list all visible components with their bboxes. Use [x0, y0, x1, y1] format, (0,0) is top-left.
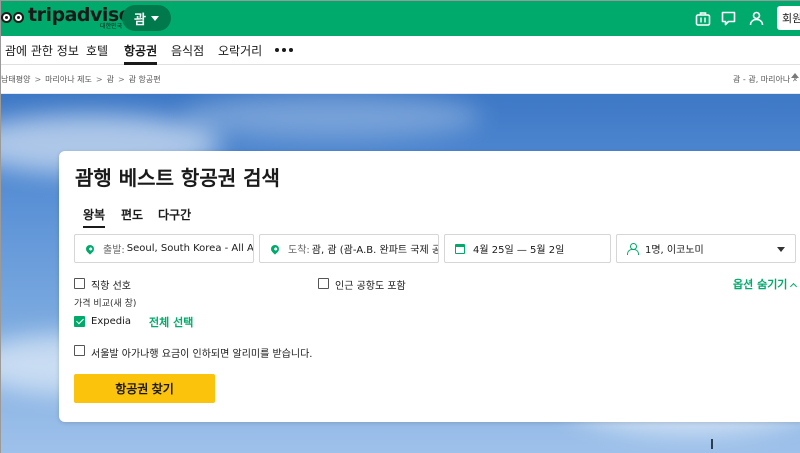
top-header: tripadvisor 대한민국 괌 회원	[1, 1, 800, 36]
nav-item-guam-info[interactable]: 괌에 관한 정보	[5, 36, 79, 65]
search-flights-button[interactable]: 항공권 찾기	[74, 374, 215, 403]
direct-flight-label: 직항 선호	[91, 281, 131, 292]
login-button[interactable]: 회원	[777, 6, 800, 30]
nav-item-restaurants[interactable]: 음식점	[171, 36, 204, 65]
breadcrumb-separator: >	[95, 75, 103, 84]
trips-icon[interactable]	[692, 7, 714, 29]
messages-icon[interactable]	[717, 7, 739, 29]
main-nav: 괌에 관한 정보 호텔 항공권 음식점 오락거리	[1, 36, 800, 65]
caret-down-icon	[150, 15, 159, 21]
date-field[interactable]: 4월 25일 — 5월 2일	[444, 234, 611, 263]
calendar-icon	[455, 243, 465, 254]
date-value: 4월 25일 — 5월 2일	[473, 245, 565, 256]
nearby-airports-checkbox[interactable]	[318, 278, 329, 289]
breadcrumb-south-pacific[interactable]: 남태평양	[1, 75, 30, 84]
hide-options-link[interactable]: 옵션 숨기기	[733, 276, 798, 292]
location-pin-icon	[84, 242, 96, 255]
origin-label: 출발:	[103, 245, 125, 256]
nav-item-things-to-do[interactable]: 오락거리	[218, 36, 262, 65]
owl-logo-icon	[1, 9, 27, 27]
price-compare-label: 가격 비교(새 창)	[74, 299, 137, 309]
breadcrumb-location-summary: 괌 - 괌, 마리아나 제도	[733, 75, 797, 84]
tab-round-trip[interactable]: 왕복	[83, 206, 106, 228]
nearby-airports-label: 인근 공항도 포함	[335, 281, 406, 292]
tripadvisor-logo[interactable]: tripadvisor 대한민국	[1, 4, 141, 31]
destination-label: 도착:	[288, 245, 310, 256]
hide-options-label: 옵션 숨기기	[733, 278, 788, 291]
location-pin-icon	[269, 242, 281, 255]
scroll-up-arrow-icon[interactable]	[791, 73, 799, 78]
breadcrumb-mariana-islands[interactable]: 마리아나 제도	[45, 75, 92, 84]
breadcrumb: 남태평양 > 마리아나 제도 > 괌 > 괌 항공편	[1, 74, 161, 85]
passengers-value: 1명, 이코노미	[645, 245, 704, 256]
breadcrumb-guam-flights: 괌 항공편	[128, 75, 161, 84]
destination-value: 괌, 괌 (괌-A.B. 완파트 국제 공항)	[311, 245, 438, 256]
region-label: 괌	[134, 12, 146, 28]
more-icon[interactable]	[275, 48, 293, 52]
expedia-label: Expedia	[91, 316, 131, 327]
breadcrumb-bar: 남태평양>마리아나 제도>괌>괌 항공편 괌 - 괌, 마리아나 제도	[1, 65, 800, 94]
price-alert-checkbox[interactable]	[74, 345, 85, 356]
breadcrumb-separator: >	[117, 75, 125, 84]
origin-field[interactable]: 출발: Seoul, South Korea - All Airports	[74, 234, 254, 263]
passengers-field[interactable]: 1명, 이코노미	[616, 234, 796, 263]
profile-icon[interactable]	[745, 7, 767, 29]
expedia-checkbox[interactable]	[74, 316, 85, 327]
mast-silhouette	[711, 439, 713, 449]
dropdown-caret-icon	[777, 247, 785, 252]
tab-one-way[interactable]: 편도	[121, 206, 143, 228]
destination-field[interactable]: 도착: 괌, 괌 (괌-A.B. 완파트 국제 공항)	[259, 234, 439, 263]
nav-item-hotels[interactable]: 호텔	[86, 36, 108, 65]
price-alert-label: 서울발 아가나행 요금이 인하되면 알리미를 받습니다.	[91, 349, 313, 360]
tab-multi-city[interactable]: 다구간	[158, 206, 191, 228]
breadcrumb-guam[interactable]: 괌	[107, 75, 114, 84]
origin-value: Seoul, South Korea - All Airports	[126, 243, 253, 254]
brand-subtitle: 대한민국	[100, 23, 123, 30]
search-title: 괌행 베스트 항공권 검색	[75, 166, 280, 190]
chevron-up-icon	[790, 282, 798, 291]
brand-prefix: trip	[28, 4, 65, 26]
breadcrumb-separator: >	[34, 75, 42, 84]
region-selector-button[interactable]: 괌	[122, 5, 171, 31]
select-all-link[interactable]: 전체 선택	[149, 314, 193, 330]
direct-flight-checkbox[interactable]	[74, 278, 85, 289]
nav-item-flights[interactable]: 항공권	[124, 36, 158, 65]
person-icon	[626, 243, 639, 255]
